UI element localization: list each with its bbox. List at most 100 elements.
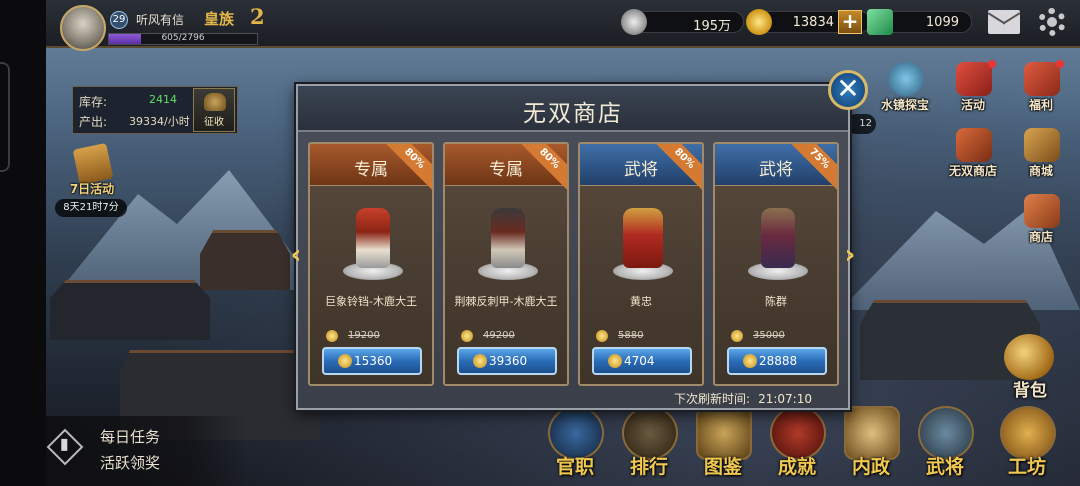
gold-coin-icon xyxy=(731,330,743,342)
nav-generals[interactable]: 武将 xyxy=(910,400,980,486)
task-icon xyxy=(46,428,84,466)
silver-counter: 195万 xyxy=(621,9,744,35)
chevron-left-icon[interactable]: ‹ xyxy=(288,242,304,268)
player-level-badge: 29 xyxy=(110,11,128,29)
item-name: 黄忠 xyxy=(630,295,652,308)
welfare-label: 福利 xyxy=(1028,98,1053,112)
gold-coin-icon xyxy=(608,354,622,368)
nav-achievement[interactable]: 成就 xyxy=(762,400,832,486)
output-value: 39334/小时 xyxy=(129,115,190,128)
item-name: 陈群 xyxy=(765,295,787,308)
bag-label: 背包 xyxy=(1013,381,1047,401)
wushuang-shop-modal: 无双商店 专属 80% 巨象铃铛-木鹿大王 19200 15360 专属 80%… xyxy=(296,84,850,410)
chevron-right-icon[interactable]: › xyxy=(842,242,858,268)
mall-label: 商城 xyxy=(1028,164,1053,178)
gift-icon xyxy=(1024,62,1060,96)
refresh-timer: 下次刷新时间: 21:07:10 xyxy=(674,390,812,407)
general-figure xyxy=(623,208,663,268)
store-button[interactable]: 商店 xyxy=(1014,192,1068,248)
shop-item-card[interactable]: 专属 80% 巨象铃铛-木鹿大王 19200 15360 xyxy=(308,142,434,386)
collect-label: 征收 xyxy=(204,117,224,128)
nav-label: 排行 xyxy=(629,456,668,478)
mall-icon xyxy=(1024,128,1060,162)
notification-dot xyxy=(1056,60,1064,68)
shop-item-card[interactable]: 专属 80% 荆棘反刺甲-木鹿大王 49200 39360 xyxy=(443,142,569,386)
gold-coin-icon xyxy=(473,354,487,368)
store-icon xyxy=(1024,194,1060,228)
bottom-nav: 官职 排行 图鉴 成就 内政 武将 工坊 xyxy=(540,400,1080,486)
nav-workshop[interactable]: 工坊 xyxy=(992,400,1062,486)
mirror-treasure-button[interactable]: 水镜探宝 xyxy=(878,60,932,116)
nav-label: 武将 xyxy=(925,456,964,478)
background-building xyxy=(50,280,210,340)
nav-ranking[interactable]: 排行 xyxy=(614,400,684,486)
background-building xyxy=(200,230,290,290)
seven-day-event-button[interactable]: 7日活动 xyxy=(62,142,122,202)
screen-edge xyxy=(0,0,46,486)
nav-label: 工坊 xyxy=(1007,456,1046,478)
buy-button[interactable]: 39360 xyxy=(457,347,557,375)
gold-coin-icon xyxy=(746,9,772,35)
buy-button[interactable]: 15360 xyxy=(322,347,422,375)
buy-button[interactable]: 4704 xyxy=(592,347,692,375)
exp-text: 605/2796 xyxy=(161,33,205,43)
stock-label: 库存: xyxy=(79,95,108,109)
nav-label: 图鉴 xyxy=(703,456,742,478)
nav-official-rank[interactable]: 官职 xyxy=(540,400,610,486)
side-handle[interactable] xyxy=(0,62,10,172)
sale-price: 4704 xyxy=(624,354,655,368)
shop-item-card[interactable]: 武将 80% 黄忠 5880 4704 xyxy=(578,142,704,386)
gold-coin-icon xyxy=(338,354,352,368)
add-gold-button[interactable]: + xyxy=(838,10,862,34)
close-icon[interactable]: ✕ xyxy=(828,70,868,110)
daily-tasks-label[interactable]: 每日任务 xyxy=(100,426,160,447)
stock-value: 2414 xyxy=(149,93,177,106)
refresh-time: 21:07:10 xyxy=(758,392,812,406)
jade-counter: 1099 xyxy=(867,9,972,35)
shop-item-card[interactable]: 武将 75% 陈群 35000 28888 xyxy=(713,142,839,386)
sale-price: 15360 xyxy=(354,354,393,368)
general-figure xyxy=(761,208,795,268)
event-timer: 8天21时7分 xyxy=(55,199,127,217)
daily-task-panel[interactable]: 每日任务 活跃领奖 xyxy=(46,416,246,486)
mirror-treasure-label: 水镜探宝 xyxy=(880,98,929,112)
modal-title: 无双商店 xyxy=(523,101,623,127)
refresh-label: 下次刷新时间: xyxy=(674,392,751,406)
jade-icon xyxy=(867,9,893,35)
gear-icon[interactable] xyxy=(1038,8,1066,36)
sale-price: 39360 xyxy=(489,354,528,368)
item-name: 荆棘反刺甲-木鹿大王 xyxy=(454,295,558,308)
notification-dot xyxy=(988,60,996,68)
modal-header: 无双商店 xyxy=(298,86,848,132)
gold-coin-icon xyxy=(461,330,473,342)
wushuang-shop-label: 无双商店 xyxy=(948,164,997,178)
nav-internal-affairs[interactable]: 内政 xyxy=(836,400,906,486)
gold-coin-icon xyxy=(326,330,338,342)
jade-value: 1099 xyxy=(925,15,959,30)
event-label: 活动 xyxy=(960,98,985,112)
item-name: 巨象铃铛-木鹿大王 xyxy=(325,295,417,308)
mail-icon[interactable] xyxy=(988,10,1020,34)
mirror-icon xyxy=(888,62,924,96)
welfare-button[interactable]: 福利 xyxy=(1014,60,1068,116)
collect-button[interactable]: 征收 xyxy=(193,88,235,132)
mall-button[interactable]: 商城 xyxy=(1014,126,1068,182)
store-label: 商店 xyxy=(1028,230,1053,244)
gold-coin-icon xyxy=(743,354,757,368)
silver-coin-icon xyxy=(621,9,647,35)
nav-label: 官职 xyxy=(555,456,594,478)
nav-label: 成就 xyxy=(777,456,816,478)
nav-codex[interactable]: 图鉴 xyxy=(688,400,758,486)
active-reward-label[interactable]: 活跃领奖 xyxy=(100,452,160,473)
buy-button[interactable]: 28888 xyxy=(727,347,827,375)
exp-bar: 605/2796 xyxy=(108,33,258,45)
bag-button[interactable]: 背包 xyxy=(998,330,1062,402)
map-count-chip: 12 xyxy=(846,114,876,134)
player-name: 听风有信 xyxy=(136,13,185,27)
player-avatar[interactable] xyxy=(60,5,106,51)
event-button[interactable]: 活动 xyxy=(946,60,1000,116)
output-label: 产出: xyxy=(79,115,108,129)
sale-price: 28888 xyxy=(759,354,798,368)
gold-value: 13834 xyxy=(792,15,834,30)
wushuang-shop-button[interactable]: 无双商店 xyxy=(946,126,1000,182)
